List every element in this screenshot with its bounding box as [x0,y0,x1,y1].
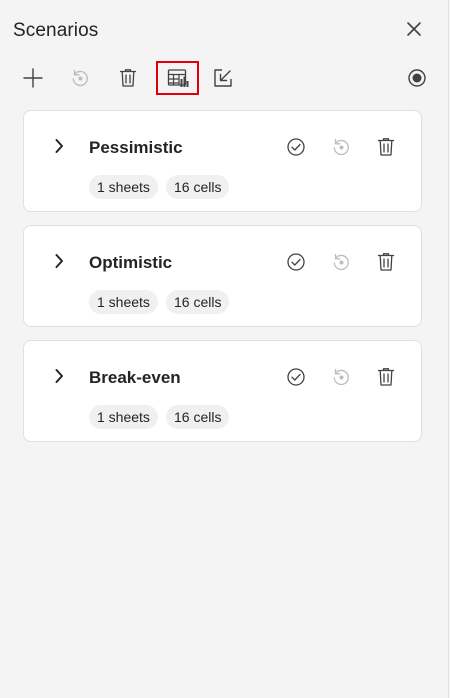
revert-button[interactable] [62,62,98,94]
scenario-card[interactable]: Optimistic 1 sheets 16 cells [23,225,422,327]
arrow-into-box-icon [214,69,232,87]
expand-button[interactable] [49,366,69,386]
cells-badge: 16 cells [166,290,230,314]
chevron-right-icon [55,254,63,268]
revert-scenario-button[interactable] [329,365,353,389]
delete-button[interactable] [110,62,146,94]
check-circle-icon [287,253,305,271]
trash-icon [377,368,395,386]
trash-icon [119,69,137,87]
scenario-card[interactable]: Pessimistic 1 sheets 16 cells [23,110,422,212]
undo-circle-icon [72,69,88,87]
close-button[interactable] [400,15,428,43]
expand-button[interactable] [49,136,69,156]
delete-scenario-button[interactable] [374,135,398,159]
add-scenario-button[interactable] [15,62,51,94]
trash-icon [377,138,395,156]
summary-table-button[interactable] [156,61,199,95]
chevron-right-icon [55,369,63,383]
undo-circle-icon [333,138,349,156]
apply-scenario-button[interactable] [284,135,308,159]
cells-badge: 16 cells [166,405,230,429]
scenario-name: Break-even [89,368,181,387]
close-icon [407,22,421,36]
record-icon [408,69,426,87]
pane-header: Scenarios [0,0,448,60]
scenario-card[interactable]: Break-even 1 sheets 16 cells [23,340,422,442]
toolbar [0,60,448,98]
chevron-right-icon [55,139,63,153]
delete-scenario-button[interactable] [374,365,398,389]
revert-scenario-button[interactable] [329,250,353,274]
expand-button[interactable] [49,251,69,271]
trash-icon [377,253,395,271]
sheets-badge: 1 sheets [89,290,158,314]
delete-scenario-button[interactable] [374,250,398,274]
apply-scenario-button[interactable] [284,365,308,389]
check-circle-icon [287,368,305,386]
sheets-badge: 1 sheets [89,175,158,199]
undo-circle-icon [333,253,349,271]
table-chart-icon [167,69,188,87]
check-circle-icon [287,138,305,156]
sheets-badge: 1 sheets [89,405,158,429]
pane-title: Scenarios [13,20,99,41]
cells-badge: 16 cells [166,175,230,199]
revert-scenario-button[interactable] [329,135,353,159]
scenario-name: Optimistic [89,253,173,272]
scenario-list: Pessimistic 1 sheets 16 cells Optimistic… [23,110,422,455]
undo-circle-icon [333,368,349,386]
apply-to-sheet-button[interactable] [205,62,241,94]
record-button[interactable] [399,62,435,94]
apply-scenario-button[interactable] [284,250,308,274]
scenario-name: Pessimistic [89,138,183,157]
plus-icon [23,68,43,88]
scenarios-pane: Scenarios Pessimistic 1 sheets 16 cells … [0,0,449,698]
